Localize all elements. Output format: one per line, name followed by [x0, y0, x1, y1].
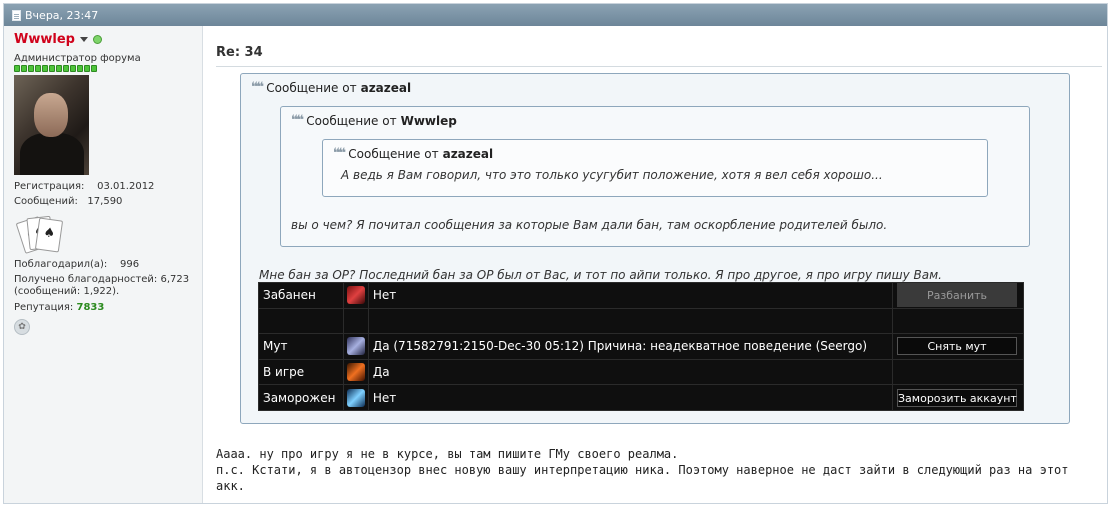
post-body-line: п.с. Кстати, я в автоцензор внес новую в… [216, 463, 1069, 477]
frozen-label: Заморожен [258, 384, 344, 411]
reputation-segment [77, 65, 83, 72]
forum-post: Вчера, 23:47 Wwwlep Администратор форума… [3, 3, 1108, 504]
frozen-value: Нет [367, 384, 894, 411]
document-icon [12, 9, 21, 21]
post-body-text: Аааа. ну про игру я не в курсе, вы там п… [216, 446, 1069, 494]
reputation-segment [49, 65, 55, 72]
table-row [258, 307, 1024, 335]
chevron-down-icon[interactable] [79, 37, 88, 42]
reputation-segment [91, 65, 97, 72]
table-row: Заморожен Нет Заморозить аккаунт [258, 384, 1024, 411]
thanked-value: 996 [120, 259, 140, 270]
quote-author[interactable]: Wwwlep [401, 114, 457, 128]
reputation-segment [42, 65, 48, 72]
table-row: В игре Да [258, 358, 1024, 386]
post-body-line: акк. [216, 479, 245, 493]
title-divider [216, 66, 1102, 67]
username-link[interactable]: Wwwlep [14, 32, 202, 47]
ingame-label: В игре [258, 358, 344, 386]
mute-value: Да (71582791:2150-Dec-30 05:12) Причина:… [367, 333, 894, 360]
registration-label: Регистрация: [14, 181, 85, 192]
reputation-segment [70, 65, 76, 72]
quote-header: ❝❝ Сообщение от Wwwlep [291, 113, 457, 128]
reputation-segment [84, 65, 90, 72]
online-status-icon [92, 35, 102, 44]
quote-icon: ❝❝ [333, 146, 346, 161]
table-row: Мут Да (71582791:2150-Dec-30 05:12) Прич… [258, 333, 1024, 360]
frozen-icon [346, 388, 365, 407]
quote-icon: ❝❝ [291, 113, 304, 128]
cards-award-icon: ♠ ♠ ♠ [15, 215, 66, 257]
quote-label: Сообщение от [348, 146, 439, 161]
freeze-account-button[interactable]: Заморозить аккаунт [897, 388, 1017, 407]
mute-icon [346, 337, 365, 356]
quote-author[interactable]: azazeal [361, 81, 412, 95]
post-date: Вчера, 23:47 [25, 8, 99, 22]
quote-text: вы о чем? Я почитал сообщения за которые… [291, 218, 888, 232]
quote-level-3: ❝❝ Сообщение от azazeal А ведь я Вам гов… [322, 139, 988, 197]
ingame-value: Да [367, 358, 894, 386]
quote-text: А ведь я Вам говорил, что это только усу… [341, 168, 883, 182]
registration-stat: Регистрация: 03.01.2012 [14, 179, 202, 194]
banned-value: Нет [367, 282, 894, 309]
username-text: Wwwlep [14, 32, 75, 47]
posts-label: Сообщений: [14, 196, 78, 207]
banned-label: Забанен [258, 282, 344, 309]
thanked-label: Поблагодарил(а): [14, 259, 108, 270]
reputation-segment [56, 65, 62, 72]
post-header: Вчера, 23:47 [4, 4, 1107, 26]
unmute-button[interactable]: Снять мут [897, 337, 1017, 356]
unban-button[interactable]: Разбанить [897, 283, 1017, 308]
thanks-received-line1: Получено благодарностей: 6,723 [14, 274, 190, 285]
quote-text: Мне бан за ОР? Последний бан за ОР был о… [259, 268, 942, 282]
quote-label: Сообщение от [266, 80, 357, 95]
reputation-value: 7833 [76, 302, 105, 313]
quote-label: Сообщение от [306, 113, 397, 128]
thanks-received-stat: Получено благодарностей: 6,723 (сообщени… [14, 274, 202, 298]
reputation-label: Репутация: [14, 302, 74, 313]
post-title: Re: 34 [216, 45, 263, 60]
reputation-bar [14, 65, 202, 72]
reputation-segment [21, 65, 27, 72]
reputation-segment [63, 65, 69, 72]
avatar[interactable] [14, 75, 89, 175]
reputation-stat: Репутация: 7833 [14, 300, 202, 315]
reputation-segment [35, 65, 41, 72]
post-body-line: Аааа. ну про игру я не в курсе, вы там п… [216, 447, 679, 461]
mute-label: Мут [258, 333, 344, 360]
table-row: Забанен Нет Разбанить [258, 282, 1024, 309]
ban-icon [346, 286, 365, 305]
user-info-panel: Wwwlep Администратор форума Регистрация:… [4, 26, 203, 503]
reputation-segment [28, 65, 34, 72]
account-status-table: Забанен Нет Разбанить Мут Да (71582791:2… [258, 282, 1024, 411]
posts-value: 17,590 [87, 196, 123, 207]
reputation-segment [14, 65, 20, 72]
quote-author[interactable]: azazeal [443, 147, 494, 161]
registration-value: 03.01.2012 [97, 181, 155, 192]
post-content: Re: 34 ❝❝ Сообщение от azazeal Мне бан з… [216, 26, 1107, 503]
ingame-icon [346, 363, 365, 382]
user-title: Администратор форума [14, 53, 141, 64]
gift-icon[interactable]: ✿ [14, 319, 30, 335]
quote-icon: ❝❝ [251, 80, 264, 95]
thanks-received-line2: (сообщений: 1,922). [14, 286, 120, 297]
thanked-stat: Поблагодарил(а): 996 [14, 257, 202, 272]
posts-stat: Сообщений: 17,590 [14, 194, 202, 209]
quote-header: ❝❝ Сообщение от azazeal [333, 146, 493, 161]
quote-header: ❝❝ Сообщение от azazeal [251, 80, 411, 95]
